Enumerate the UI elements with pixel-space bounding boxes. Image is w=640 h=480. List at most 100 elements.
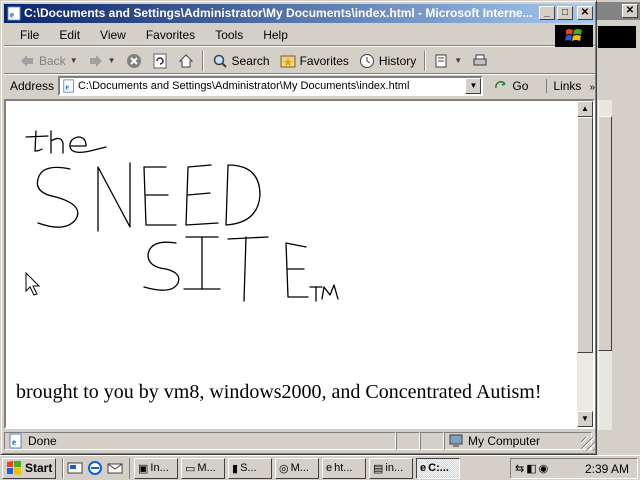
back-button[interactable]: Back ▼ xyxy=(14,50,83,72)
refresh-icon xyxy=(153,53,167,68)
task-button[interactable]: ▤ in... xyxy=(369,457,413,479)
menu-view[interactable]: View xyxy=(90,28,136,42)
scroll-thumb[interactable] xyxy=(577,117,593,353)
search-label: Search xyxy=(231,53,270,68)
standard-toolbar: Back ▼ ▼ Search Favorites History ▼ xyxy=(4,48,595,74)
task-button[interactable]: ▣ In... xyxy=(134,457,178,479)
clock[interactable]: 2:39 AM xyxy=(585,462,629,476)
ie-page-icon: e xyxy=(9,433,22,449)
print-button[interactable] xyxy=(467,50,493,72)
svg-text:e: e xyxy=(12,437,16,447)
task-label: in... xyxy=(385,462,404,474)
links-label: Links xyxy=(553,79,582,93)
mail-button[interactable]: ▼ xyxy=(429,50,467,72)
home-button[interactable] xyxy=(173,50,199,72)
stop-button[interactable] xyxy=(121,50,147,72)
task-button[interactable]: ▮ S... xyxy=(228,457,272,479)
start-button[interactable]: Start xyxy=(2,457,56,479)
computer-icon xyxy=(449,434,463,447)
address-value: C:\Documents and Settings\Administrator\… xyxy=(78,80,410,92)
scroll-down-button[interactable]: ▼ xyxy=(577,411,593,427)
scroll-up-button[interactable]: ▲ xyxy=(577,101,593,117)
network-icon[interactable]: ⇆ xyxy=(515,462,524,475)
status-zone: My Computer xyxy=(444,432,592,450)
go-button[interactable]: Go xyxy=(493,78,528,94)
ie-icon[interactable] xyxy=(87,460,103,476)
resize-grip[interactable] xyxy=(581,437,595,451)
windows-logo-icon xyxy=(7,461,21,475)
links-button[interactable]: Links » xyxy=(546,79,595,93)
search-icon xyxy=(213,54,227,68)
chevron-down-icon[interactable]: ▼ xyxy=(108,56,116,65)
minimize-button[interactable]: _ xyxy=(539,6,555,20)
home-icon xyxy=(178,53,193,67)
task-label: M... xyxy=(290,462,309,474)
history-icon xyxy=(359,53,374,68)
title-bar[interactable]: e C:\Documents and Settings\Administrato… xyxy=(4,4,595,23)
favorites-icon xyxy=(280,55,296,67)
task-buttons: ▣ In... ▭ M... ▮ S... ◎ M... e ht... ▤ in... e… xyxy=(129,457,460,479)
svg-text:e: e xyxy=(10,10,14,20)
vertical-scrollbar[interactable]: ▲ ▼ xyxy=(577,101,593,427)
ie-page-icon: e xyxy=(7,6,21,21)
task-label: M... xyxy=(197,462,216,474)
menu-help[interactable]: Help xyxy=(253,28,298,42)
page-content[interactable]: brought to you by vm8, windows2000, and … xyxy=(4,99,595,429)
background-scroll-thumb[interactable] xyxy=(598,116,612,351)
forward-arrow-icon xyxy=(89,54,102,67)
task-button-active[interactable]: e C:... xyxy=(416,457,460,479)
back-label: Back xyxy=(39,53,66,68)
toolbar-separator xyxy=(201,50,204,71)
ie-page-icon: e xyxy=(63,79,74,93)
background-window[interactable]: ✕ xyxy=(593,0,640,455)
menu-bar: File Edit View Favorites Tools Help xyxy=(4,25,595,47)
volume-icon[interactable]: ◧ xyxy=(526,462,536,475)
go-arrow-icon xyxy=(495,81,507,89)
quick-launch xyxy=(62,457,123,479)
maximize-button[interactable]: □ xyxy=(557,6,573,20)
zone-text: My Computer xyxy=(468,434,541,448)
folder-icon: ▭ xyxy=(185,462,196,475)
favorites-label: Favorites xyxy=(299,53,349,68)
ie-icon: e xyxy=(326,462,333,474)
task-button[interactable]: ▭ M... xyxy=(181,457,225,479)
status-main: e Done xyxy=(4,432,396,450)
system-tray: ⇆ ◧ ◉ 2:39 AM xyxy=(510,458,638,479)
menu-favorites[interactable]: Favorites xyxy=(136,28,205,42)
page-tagline: brought to you by vm8, windows2000, and … xyxy=(16,381,542,403)
toolbar-separator xyxy=(424,50,427,71)
task-button[interactable]: e ht... xyxy=(322,457,366,479)
search-button[interactable]: Search xyxy=(207,50,275,72)
taskbar: Start ▣ In... ▭ M... ▮ S... ◎ M... e ht... ▤ i… xyxy=(0,455,640,480)
menu-tools[interactable]: Tools xyxy=(205,28,253,42)
chevron-right-icon: » xyxy=(589,82,595,93)
menu-file[interactable]: File xyxy=(10,28,49,42)
history-button[interactable]: History xyxy=(354,50,421,72)
forward-button[interactable]: ▼ xyxy=(83,50,121,72)
show-desktop-icon[interactable] xyxy=(67,460,83,476)
background-close-button[interactable]: ✕ xyxy=(622,4,638,18)
favorites-button[interactable]: Favorites xyxy=(275,50,354,72)
msn-icon[interactable]: ◉ xyxy=(539,462,549,475)
windows-logo-icon xyxy=(598,26,636,48)
chevron-down-icon[interactable]: ▼ xyxy=(70,56,78,65)
sneed-site-drawing xyxy=(25,130,339,302)
chevron-down-icon[interactable]: ▼ xyxy=(454,56,462,65)
status-cell-security xyxy=(420,432,444,450)
status-bar: e Done My Computer xyxy=(4,431,595,451)
task-label: C:... xyxy=(428,462,449,474)
address-input[interactable]: e C:\Documents and Settings\Administrato… xyxy=(58,76,484,96)
mail-icon xyxy=(435,54,447,67)
status-cell-progress xyxy=(396,432,420,450)
start-label: Start xyxy=(25,461,53,475)
address-dropdown-button[interactable]: ▼ xyxy=(465,78,482,94)
window-title: C:\Documents and Settings\Administrator\… xyxy=(24,6,533,20)
print-icon xyxy=(473,54,487,65)
refresh-button[interactable] xyxy=(147,50,173,72)
task-button[interactable]: ◎ M... xyxy=(275,457,319,479)
close-button[interactable]: ✕ xyxy=(577,6,593,20)
outlook-icon[interactable] xyxy=(107,460,123,476)
menu-edit[interactable]: Edit xyxy=(49,28,90,42)
notepad-icon: ▤ xyxy=(373,462,384,475)
task-label: In... xyxy=(150,462,169,474)
